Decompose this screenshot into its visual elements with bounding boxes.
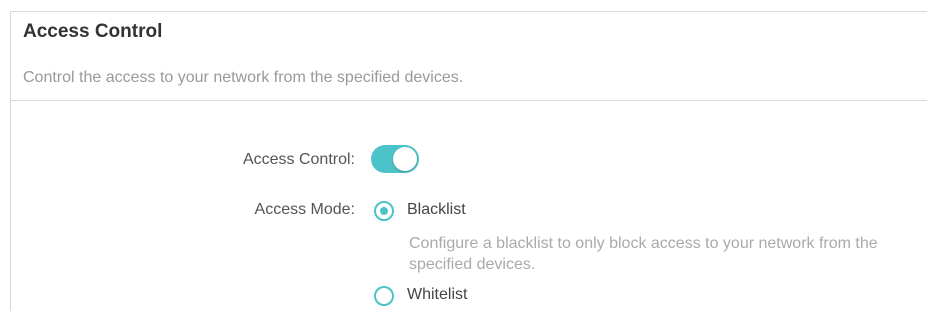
access-mode-label: Access Mode:: [254, 201, 355, 218]
access-control-label: Access Control:: [242, 151, 355, 168]
divider: [11, 100, 927, 101]
blacklist-description: Configure a blacklist to only block acce…: [409, 235, 878, 273]
access-control-panel: Access Control Control the access to you…: [10, 11, 927, 311]
blacklist-label[interactable]: Blacklist: [407, 201, 466, 219]
radio-selected-dot: [380, 207, 388, 215]
blacklist-radio[interactable]: [374, 201, 394, 221]
whitelist-label[interactable]: Whitelist: [407, 286, 467, 304]
toggle-knob: [393, 147, 417, 171]
section-title: Access Control: [23, 21, 163, 42]
section-description: Control the access to your network from …: [23, 69, 464, 86]
whitelist-radio[interactable]: [374, 286, 394, 306]
access-control-toggle[interactable]: [371, 145, 419, 173]
